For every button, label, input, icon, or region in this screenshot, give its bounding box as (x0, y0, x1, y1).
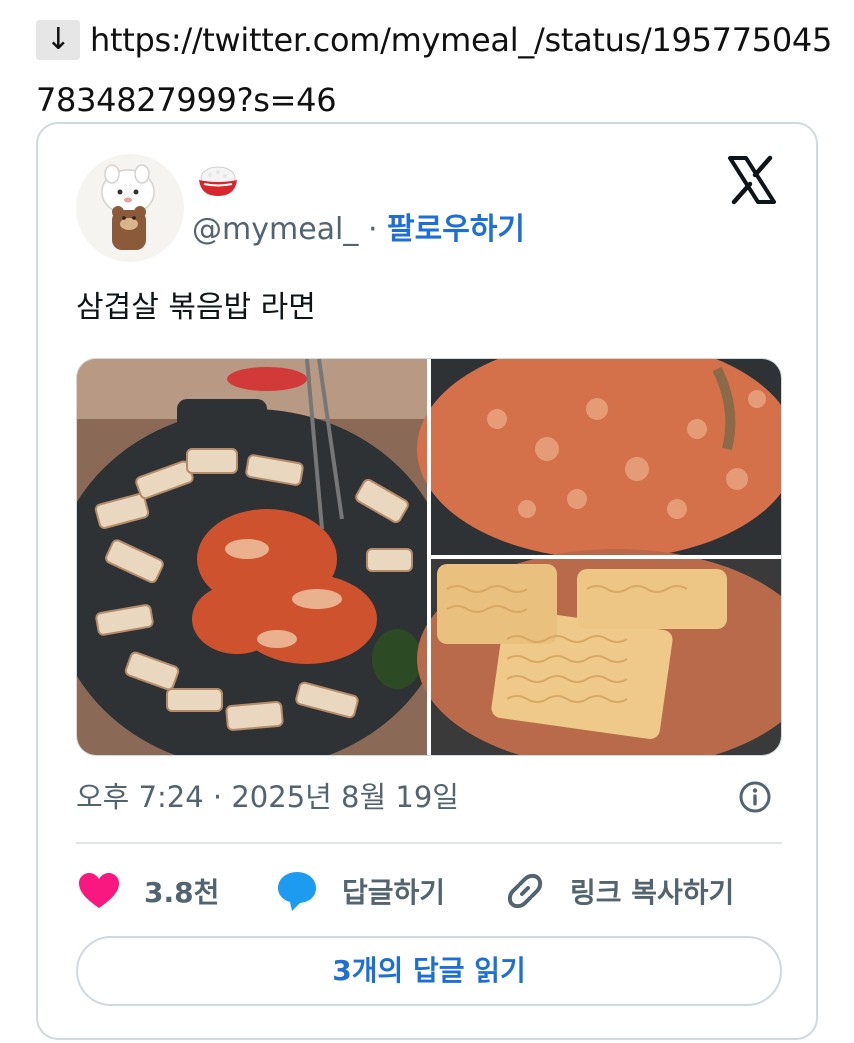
like-count: 3.8천 (144, 876, 220, 909)
reply-button[interactable]: 답글하기 (274, 864, 445, 918)
like-button[interactable]: 3.8천 (76, 864, 219, 918)
rice-bowl-icon (199, 166, 237, 196)
photo-fried-rice[interactable] (417, 359, 782, 559)
author-line: @mymeal_ · 팔로우하기 (192, 208, 525, 252)
photo-pork-belly-grill[interactable] (77, 359, 452, 756)
speech-bubble-icon (278, 872, 316, 911)
url-text[interactable]: https://twitter.com/mymeal_/status/19577… (36, 21, 832, 119)
divider (76, 842, 782, 844)
tweet-media-grid[interactable] (76, 358, 782, 756)
tweet-card[interactable]: @mymeal_ · 팔로우하기 삼겹살 볶음밥 라면 오후 7:24 · 20… (36, 122, 818, 1040)
tweet-text: 삼겹살 볶음밥 라면 (76, 290, 316, 325)
separator-dot: · (367, 212, 378, 247)
avatar[interactable] (76, 154, 184, 262)
author-handle[interactable]: @mymeal_ (192, 212, 358, 247)
link-icon (507, 873, 543, 909)
follow-button[interactable]: 팔로우하기 (387, 212, 525, 247)
download-arrow-icon: ↓ (36, 20, 80, 60)
info-icon[interactable] (738, 780, 772, 814)
copy-link-label: 링크 복사하기 (570, 876, 735, 909)
copy-link-button[interactable]: 링크 복사하기 (502, 864, 734, 918)
reply-label: 답글하기 (342, 876, 446, 909)
x-logo-icon[interactable] (726, 154, 778, 206)
tweet-timestamp[interactable]: 오후 7:24 · 2025년 8월 19일 (76, 776, 459, 818)
action-bar: 3.8천 답글하기 링크 복사하기 (76, 864, 782, 918)
read-replies-button[interactable]: 3개의 답글 읽기 (76, 936, 782, 1006)
shared-link[interactable]: ↓ https://twitter.com/mymeal_/status/1957… (36, 10, 836, 130)
heart-icon (79, 873, 119, 908)
photo-ramen[interactable] (417, 549, 782, 756)
